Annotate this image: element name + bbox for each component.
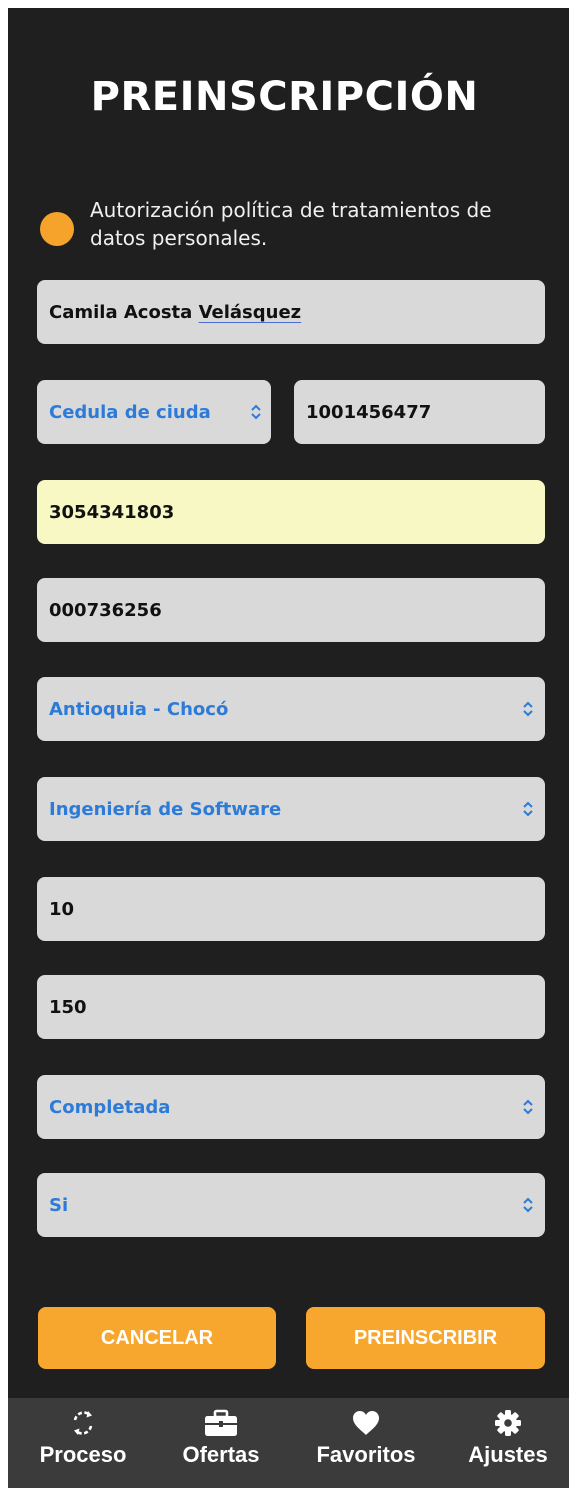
program-value: Ingeniería de Software [49, 798, 282, 820]
briefcase-icon [203, 1408, 239, 1438]
status-value: Completada [49, 1096, 171, 1118]
refresh-icon [68, 1408, 98, 1438]
credits-value: 150 [49, 996, 87, 1018]
code-value: 000736256 [49, 599, 162, 621]
full-name-first: Camila Acosta [49, 301, 199, 323]
bottom-tab-bar: Proceso Ofertas Favoritos Ajustes [8, 1398, 569, 1488]
code-input[interactable]: 000736256 [37, 578, 545, 642]
tab-proceso[interactable]: Proceso [28, 1398, 138, 1488]
document-number-value: 1001456477 [306, 401, 432, 423]
chevron-updown-icon [249, 403, 263, 421]
tab-label: Proceso [39, 1442, 127, 1467]
status-select[interactable]: Completada [37, 1075, 545, 1139]
credits-input[interactable]: 150 [37, 975, 545, 1039]
answer-value: Si [49, 1194, 69, 1216]
semester-input[interactable]: 10 [37, 877, 545, 941]
tab-ajustes[interactable]: Ajustes [456, 1398, 560, 1488]
cancel-button[interactable]: CANCELAR [38, 1307, 276, 1369]
document-type-select[interactable]: Cedula de ciuda [37, 380, 271, 444]
tab-favoritos[interactable]: Favoritos [304, 1398, 428, 1488]
tab-label: Favoritos [316, 1442, 416, 1467]
full-name-input[interactable]: Camila Acosta Velásquez [37, 280, 545, 344]
chevron-updown-icon [521, 1098, 535, 1116]
phone-input[interactable]: 3054341803 [37, 480, 545, 544]
semester-value: 10 [49, 898, 75, 920]
preinscribe-button[interactable]: PREINSCRIBIR [306, 1307, 545, 1369]
chevron-updown-icon [521, 1196, 535, 1214]
region-value: Antioquia - Chocó [49, 698, 229, 720]
chevron-updown-icon [521, 700, 535, 718]
answer-select[interactable]: Si [37, 1173, 545, 1237]
document-number-input[interactable]: 1001456477 [294, 380, 545, 444]
full-name-last: Velásquez [198, 301, 302, 323]
page-title: PREINSCRIPCIÓN [90, 74, 479, 120]
tab-label: Ajustes [468, 1442, 548, 1467]
consent-label: Autorización política de tratamientos de… [90, 198, 492, 250]
consent-radio[interactable] [40, 212, 74, 246]
program-select[interactable]: Ingeniería de Software [37, 777, 545, 841]
consent-option[interactable]: Autorización política de tratamientos de… [38, 196, 558, 256]
heart-icon [351, 1408, 381, 1438]
tab-ofertas[interactable]: Ofertas [166, 1398, 276, 1488]
region-select[interactable]: Antioquia - Chocó [37, 677, 545, 741]
gear-icon [494, 1408, 522, 1438]
tab-label: Ofertas [182, 1442, 260, 1467]
preinscription-screen: PREINSCRIPCIÓN Autorización política de … [8, 8, 569, 1488]
chevron-updown-icon [521, 800, 535, 818]
phone-value: 3054341803 [49, 501, 175, 523]
document-type-value: Cedula de ciuda [49, 401, 211, 423]
